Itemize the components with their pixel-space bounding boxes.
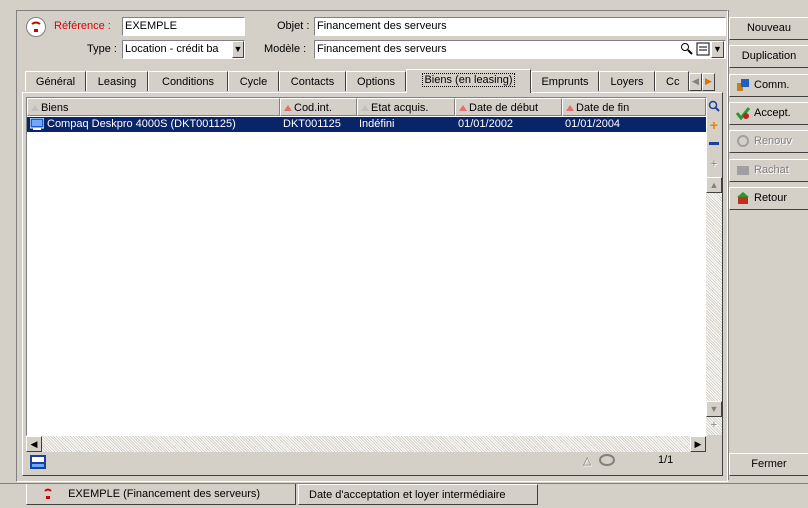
modele-field[interactable]: Financement des serveurs: [314, 40, 726, 59]
scroll-left-button[interactable]: ◀: [26, 436, 42, 452]
cell-date-debut: 01/01/2002: [458, 118, 514, 130]
refresh-icon[interactable]: [598, 453, 616, 467]
chevron-down-icon: ▼: [713, 44, 722, 54]
arrow-up-icon: ▲: [709, 180, 719, 190]
sort-status-icon: △: [583, 455, 592, 467]
cell-etat: Indéfini: [359, 118, 395, 130]
tab-loyers[interactable]: Loyers: [599, 71, 655, 91]
tab-conditions[interactable]: Conditions: [148, 71, 228, 91]
reference-icon: [41, 487, 55, 501]
retour-button[interactable]: Retour: [729, 187, 808, 210]
sort-icon: [459, 105, 467, 112]
type-select-value: Location - crédit ba: [125, 43, 219, 55]
tab-scroll-right-button[interactable]: ▶: [702, 73, 715, 91]
reference-field[interactable]: EXEMPLE: [122, 17, 245, 36]
tab-leasing[interactable]: Leasing: [86, 71, 148, 91]
comm-button[interactable]: Comm.: [729, 74, 808, 97]
cell-code: DKT001125: [283, 118, 341, 130]
arrow-right-icon: ▶: [694, 439, 702, 449]
objet-label: Objet :: [277, 20, 310, 32]
modele-dropdown-button[interactable]: ▼: [711, 41, 724, 58]
column-header-date-debut[interactable]: Date de début: [455, 98, 562, 116]
sort-icon: [361, 105, 369, 112]
duplication-button[interactable]: Duplication: [729, 45, 808, 68]
remove-icon[interactable]: [707, 136, 721, 150]
objet-field[interactable]: Financement des serveurs: [314, 17, 726, 36]
order-icon: [736, 78, 750, 92]
accept-button[interactable]: Accept.: [729, 102, 808, 125]
check-icon: [735, 106, 751, 121]
sort-icon: [31, 105, 39, 112]
cell-bien: Compaq Deskpro 4000S (DKT001125): [47, 118, 236, 130]
vertical-scrollbar[interactable]: [706, 177, 722, 435]
computer-icon: [29, 117, 45, 130]
scroll-right-button[interactable]: ▶: [690, 436, 706, 452]
arrow-right-icon: ▶: [705, 76, 712, 86]
chevron-down-icon: ▼: [233, 44, 243, 54]
column-header-date-fin[interactable]: Date de fin: [562, 98, 706, 116]
sort-icon: [284, 105, 292, 112]
type-dropdown-button[interactable]: ▼: [232, 41, 244, 58]
type-select[interactable]: Location - crédit ba: [122, 40, 245, 59]
arrow-left-icon: ◀: [692, 76, 699, 86]
tab-cycle[interactable]: Cycle: [228, 71, 279, 91]
column-header-cod-int[interactable]: Cod.int.: [280, 98, 357, 116]
cell-date-fin: 01/01/2004: [565, 118, 621, 130]
tab-contacts[interactable]: Contacts: [279, 71, 346, 91]
window-tab-date-acceptation[interactable]: Date d'acceptation et loyer intermédiair…: [298, 484, 538, 505]
modele-detail-icon[interactable]: [696, 42, 710, 56]
table-status-icon: [30, 455, 46, 469]
rachat-button[interactable]: Rachat: [729, 159, 808, 182]
tab-general[interactable]: Général: [25, 71, 86, 91]
sort-icon: [566, 105, 574, 112]
return-icon: [736, 191, 750, 205]
search-icon[interactable]: [707, 99, 721, 113]
expand-all-icon[interactable]: +: [707, 418, 721, 432]
tab-biens-en-leasing-label: Biens (en leasing): [422, 73, 515, 87]
fermer-button[interactable]: Fermer: [729, 453, 808, 476]
tab-biens-en-leasing[interactable]: Biens (en leasing): [406, 69, 531, 93]
tab-scroll-left-button[interactable]: ◀: [689, 73, 702, 91]
assets-table[interactable]: Biens Cod.int. Etat acquis. Date de débu…: [26, 97, 707, 436]
renouv-button[interactable]: Renouv: [729, 130, 808, 153]
table-row[interactable]: Compaq Deskpro 4000S (DKT001125) DKT0011…: [27, 117, 706, 132]
reference-icon: [26, 17, 46, 37]
buyback-icon: [736, 163, 750, 177]
renew-icon: [736, 134, 750, 148]
scroll-up-button[interactable]: ▲: [706, 177, 722, 193]
tab-emprunts[interactable]: Emprunts: [531, 71, 599, 91]
tab-options[interactable]: Options: [346, 71, 406, 91]
modele-label: Modèle :: [264, 43, 307, 55]
reference-label: Référence :: [54, 20, 111, 32]
record-counter: 1/1: [658, 454, 674, 466]
add-icon[interactable]: +: [707, 118, 721, 132]
modele-search-icon[interactable]: [680, 42, 694, 56]
expand-icon[interactable]: +: [707, 157, 721, 171]
window-tab-exemple[interactable]: EXEMPLE (Financement des serveurs): [26, 484, 296, 505]
type-label: Type :: [87, 43, 117, 55]
column-header-biens[interactable]: Biens: [27, 98, 280, 116]
arrow-down-icon: ▼: [709, 404, 719, 414]
column-header-etat-acquis[interactable]: Etat acquis.: [357, 98, 455, 116]
tab-more[interactable]: Cc: [655, 71, 689, 91]
horizontal-scrollbar[interactable]: [26, 436, 706, 452]
arrow-left-icon: ◀: [30, 439, 38, 449]
nouveau-button[interactable]: Nouveau: [729, 17, 808, 40]
scroll-down-button[interactable]: ▼: [706, 401, 722, 417]
